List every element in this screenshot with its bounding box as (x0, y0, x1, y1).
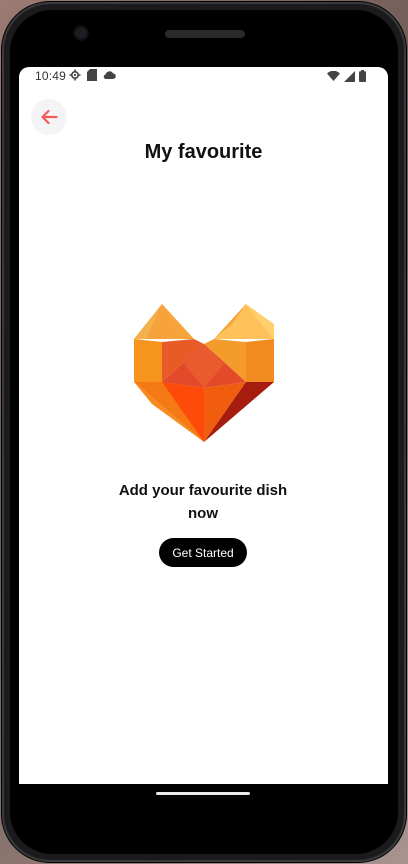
page-title: My favourite (144, 141, 263, 163)
earpiece (165, 30, 245, 38)
cloud-icon (103, 71, 116, 80)
status-bar: 10:49 (19, 67, 388, 85)
settings-icon (69, 69, 81, 81)
empty-state-message: Add your favourite dish now (118, 482, 288, 522)
camera-icon (75, 27, 87, 39)
get-started-button[interactable]: Get Started (159, 538, 247, 567)
status-icons-right (327, 70, 366, 82)
battery-icon (359, 70, 366, 82)
diamond-heart-icon (134, 304, 274, 442)
sd-card-icon (87, 69, 97, 81)
home-indicator[interactable] (156, 792, 250, 795)
app-screen: 10:49 My favourite Add your favourite di… (19, 67, 388, 784)
wifi-icon (327, 71, 340, 81)
back-button[interactable] (31, 99, 67, 135)
status-icons-left (69, 69, 116, 81)
status-time: 10:49 (35, 69, 67, 83)
signal-icon (344, 70, 355, 82)
arrow-left-icon (41, 109, 58, 125)
